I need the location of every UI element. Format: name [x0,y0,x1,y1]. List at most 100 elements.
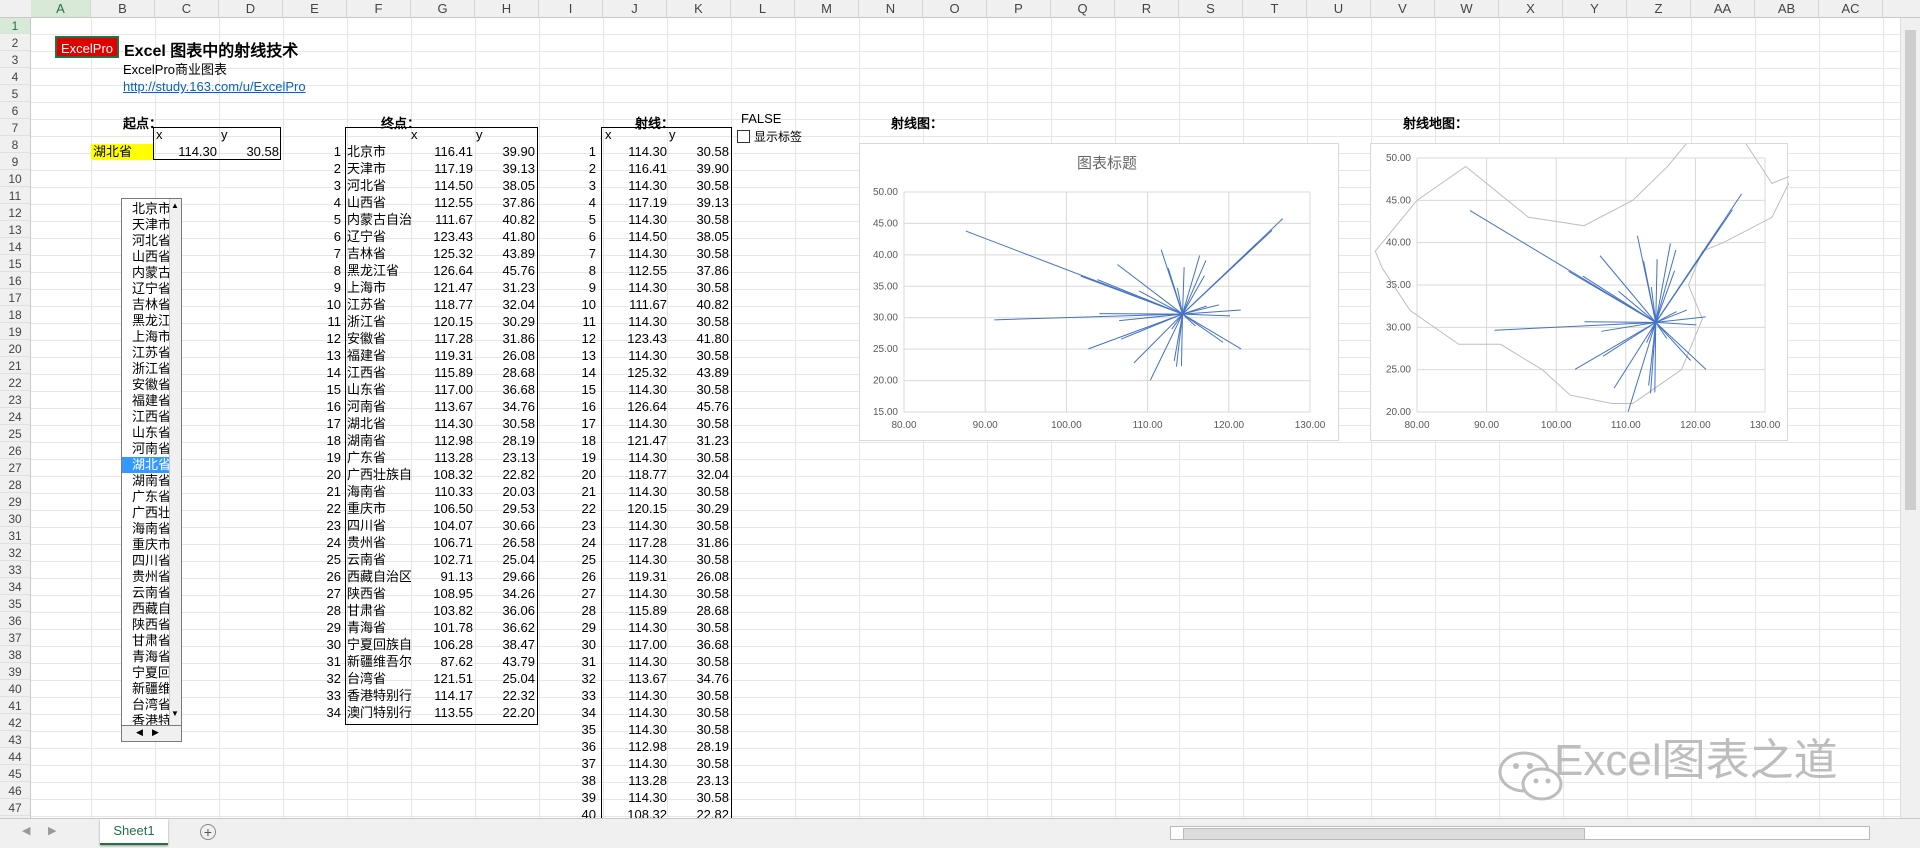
end-index-cell[interactable]: 20 [321,467,341,483]
end-x-cell[interactable]: 106.71 [411,535,473,551]
start-province-cell[interactable]: 湖北省 [91,144,153,160]
row-header[interactable]: 22 [0,375,30,391]
show-labels-checkbox-group[interactable]: 显示标签 [737,128,802,145]
ray-x-cell[interactable]: 114.30 [603,620,667,636]
end-y-cell[interactable]: 38.05 [473,178,535,194]
end-y-cell[interactable]: 25.04 [473,552,535,568]
column-header[interactable]: G [411,0,475,17]
end-index-cell[interactable]: 27 [321,586,341,602]
ray-y-cell[interactable]: 34.76 [667,671,729,687]
listbox-item[interactable]: 台湾省 [132,697,171,713]
end-x-cell[interactable]: 108.32 [411,467,473,483]
ray-index-cell[interactable]: 19 [576,450,596,466]
end-y-cell[interactable]: 43.89 [473,246,535,262]
column-header[interactable]: L [731,0,795,17]
ray-y-cell[interactable]: 30.58 [667,212,729,228]
column-header[interactable]: J [603,0,667,17]
ray-index-cell[interactable]: 6 [576,229,596,245]
ray-index-cell[interactable]: 13 [576,348,596,364]
end-index-cell[interactable]: 29 [321,620,341,636]
ray-index-cell[interactable]: 23 [576,518,596,534]
ray-y-cell[interactable]: 30.58 [667,450,729,466]
ray-index-cell[interactable]: 40 [576,807,596,818]
brand-logo-cell[interactable]: ExcelPro [55,36,119,58]
end-index-cell[interactable]: 34 [321,705,341,721]
row-header[interactable]: 20 [0,341,30,357]
ray-index-cell[interactable]: 31 [576,654,596,670]
ray-index-cell[interactable]: 34 [576,705,596,721]
ray-x-cell[interactable]: 114.30 [603,722,667,738]
end-x-cell[interactable]: 104.07 [411,518,473,534]
end-x-cell[interactable]: 113.28 [411,450,473,466]
end-name-cell[interactable]: 福建省 [347,348,411,364]
end-index-cell[interactable]: 33 [321,688,341,704]
end-index-cell[interactable]: 22 [321,501,341,517]
column-header[interactable]: AC [1819,0,1883,17]
end-name-cell[interactable]: 湖南省 [347,433,411,449]
end-name-cell[interactable]: 上海市 [347,280,411,296]
ray-index-cell[interactable]: 25 [576,552,596,568]
ray-y-cell[interactable]: 30.58 [667,552,729,568]
ray-y-cell[interactable]: 43.89 [667,365,729,381]
ray-x-cell[interactable]: 108.32 [603,807,667,818]
end-name-cell[interactable]: 北京市 [347,144,411,160]
ray-index-cell[interactable]: 16 [576,399,596,415]
tab-prev-icon[interactable]: ◀ [22,824,30,837]
row-header[interactable]: 23 [0,392,30,408]
end-name-cell[interactable]: 云南省 [347,552,411,568]
ray-index-cell[interactable]: 15 [576,382,596,398]
end-y-cell[interactable]: 26.58 [473,535,535,551]
column-header[interactable]: H [475,0,539,17]
end-x-cell[interactable]: 108.95 [411,586,473,602]
row-header[interactable]: 30 [0,511,30,527]
ray-y-cell[interactable]: 32.04 [667,467,729,483]
column-header[interactable]: R [1115,0,1179,17]
ray-x-cell[interactable]: 113.28 [603,773,667,789]
end-y-cell[interactable]: 36.62 [473,620,535,636]
ray-y-cell[interactable]: 30.29 [667,501,729,517]
scroll-right-icon[interactable]: ▶ [152,727,159,738]
end-name-cell[interactable]: 河南省 [347,399,411,415]
row-header[interactable]: 47 [0,800,30,816]
start-y-cell[interactable]: 30.58 [217,144,279,160]
listbox-item[interactable]: 云南省 [132,585,171,601]
ray-x-cell[interactable]: 114.30 [603,518,667,534]
ray-x-cell[interactable]: 111.67 [603,297,667,313]
end-name-cell[interactable]: 山东省 [347,382,411,398]
ray-x-cell[interactable]: 113.67 [603,671,667,687]
ray-y-cell[interactable]: 30.58 [667,144,729,160]
listbox-item[interactable]: 山东省 [132,425,171,441]
ray-x-cell[interactable]: 114.50 [603,229,667,245]
ray-map-chart[interactable]: 80.00 90.00 100.00 110.00 120.00 130.00 20.00 2… [1370,132,1794,441]
end-index-cell[interactable]: 26 [321,569,341,585]
end-x-cell[interactable]: 126.64 [411,263,473,279]
column-header[interactable]: I [539,0,603,17]
ray-x-cell[interactable]: 117.28 [603,535,667,551]
listbox-item[interactable]: 湖北省 [122,457,171,473]
column-header[interactable]: A [31,0,91,17]
end-x-cell[interactable]: 119.31 [411,348,473,364]
end-x-cell[interactable]: 121.51 [411,671,473,687]
end-y-cell[interactable]: 32.04 [473,297,535,313]
province-listbox[interactable]: 北京市 天津市 河北省 山西省 内蒙古 辽宁省 吉林省 黑龙江 上海市 江苏省 浙江省 安徽省 福建省江… [121,198,182,742]
ray-x-cell[interactable]: 125.32 [603,365,667,381]
row-header[interactable]: 39 [0,664,30,680]
row-header[interactable]: 2 [0,35,30,51]
ray-index-cell[interactable]: 29 [576,620,596,636]
ray-y-cell[interactable]: 23.13 [667,773,729,789]
end-x-cell[interactable]: 102.71 [411,552,473,568]
end-index-cell[interactable]: 14 [321,365,341,381]
column-header[interactable]: E [283,0,347,17]
row-header[interactable]: 38 [0,647,30,663]
end-name-cell[interactable]: 安徽省 [347,331,411,347]
end-name-cell[interactable]: 黑龙江省 [347,263,411,279]
ray-y-cell[interactable]: 30.58 [667,518,729,534]
end-x-cell[interactable]: 101.78 [411,620,473,636]
ray-index-cell[interactable]: 32 [576,671,596,687]
ray-x-cell[interactable]: 114.30 [603,246,667,262]
row-header[interactable]: 24 [0,409,30,425]
ray-x-cell[interactable]: 123.43 [603,331,667,347]
listbox-item[interactable]: 河北省 [132,233,171,249]
ray-y-cell[interactable]: 31.86 [667,535,729,551]
row-header[interactable]: 37 [0,630,30,646]
